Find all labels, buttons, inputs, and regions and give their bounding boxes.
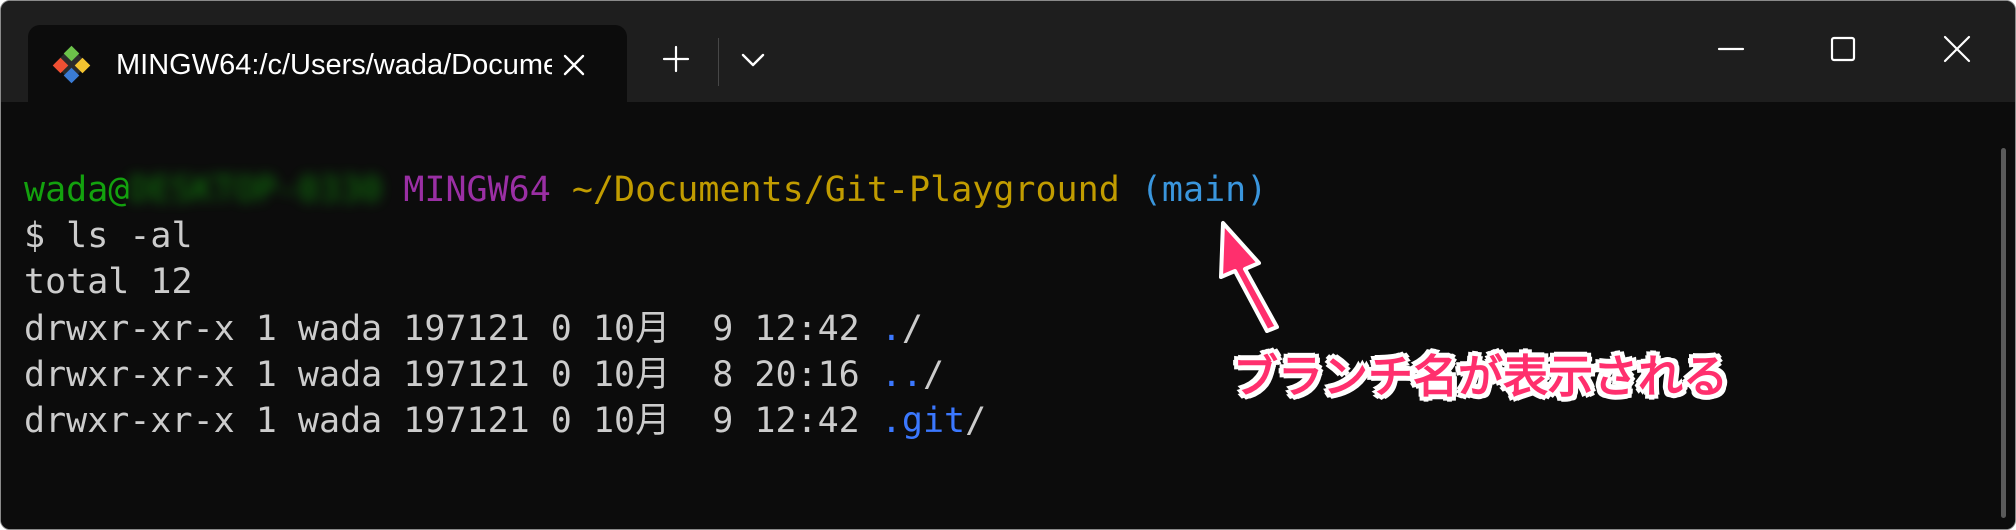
close-icon[interactable]	[559, 50, 589, 80]
listing-row-slash: /	[922, 355, 945, 395]
prompt-system: MINGW64	[403, 170, 551, 210]
prompt-user: wada@	[24, 170, 130, 210]
listing-row-name: .git	[880, 401, 966, 441]
scrollbar[interactable]	[2001, 148, 2006, 518]
listing-row-name: ..	[880, 355, 923, 395]
title-bar: MINGW64:/c/Users/wada/Documents/Git-Play…	[1, 1, 2015, 102]
chevron-down-icon[interactable]	[739, 47, 767, 73]
annotation-callout: ブランチ名が表示される	[1233, 350, 1729, 403]
titlebar-divider	[718, 38, 719, 86]
maximize-icon[interactable]	[1827, 33, 1859, 65]
command-line: $ ls -al	[24, 216, 193, 256]
listing-row-info: drwxr-xr-x 1 wada 197121 0 10月 8 20:16	[24, 355, 881, 395]
listing-row-info: drwxr-xr-x 1 wada 197121 0 10月 9 12:42	[24, 309, 881, 349]
prompt-path: ~/Documents/Git-Playground	[571, 170, 1120, 210]
listing-row: drwxr-xr-x 1 wada 197121 0 10月 9 12:42 .…	[24, 398, 986, 444]
prompt-branch: (main)	[1140, 170, 1268, 210]
listing-row-info: drwxr-xr-x 1 wada 197121 0 10月 9 12:42	[24, 401, 881, 441]
terminal-window: MINGW64:/c/Users/wada/Documents/Git-Play…	[0, 0, 2016, 530]
listing-row-slash: /	[901, 309, 923, 349]
window-close-icon[interactable]	[1941, 33, 1973, 65]
prompt-host-blurred: DESKTOP-0330	[129, 170, 383, 210]
tab-title: MINGW64:/c/Users/wada/Documents/Git-Play…	[116, 49, 552, 81]
git-bash-icon	[50, 43, 92, 85]
terminal-output[interactable]: wada@DESKTOP-0330 MINGW64 ~/Documents/Gi…	[1, 102, 2015, 529]
annotation-arrow	[1211, 217, 1295, 333]
listing-row: drwxr-xr-x 1 wada 197121 0 10月 9 12:42 .…	[24, 306, 923, 352]
plus-icon[interactable]	[660, 43, 692, 75]
prompt-line: wada@DESKTOP-0330 MINGW64 ~/Documents/Gi…	[24, 167, 1267, 213]
listing-row-name: .	[880, 309, 902, 349]
listing-total: total 12	[24, 262, 193, 302]
listing-row-slash: /	[965, 401, 987, 441]
minimize-icon[interactable]	[1715, 33, 1747, 65]
tab-mingw64[interactable]: MINGW64:/c/Users/wada/Documents/Git-Play…	[28, 25, 627, 102]
listing-row: drwxr-xr-x 1 wada 197121 0 10月 8 20:16 .…	[24, 352, 944, 398]
